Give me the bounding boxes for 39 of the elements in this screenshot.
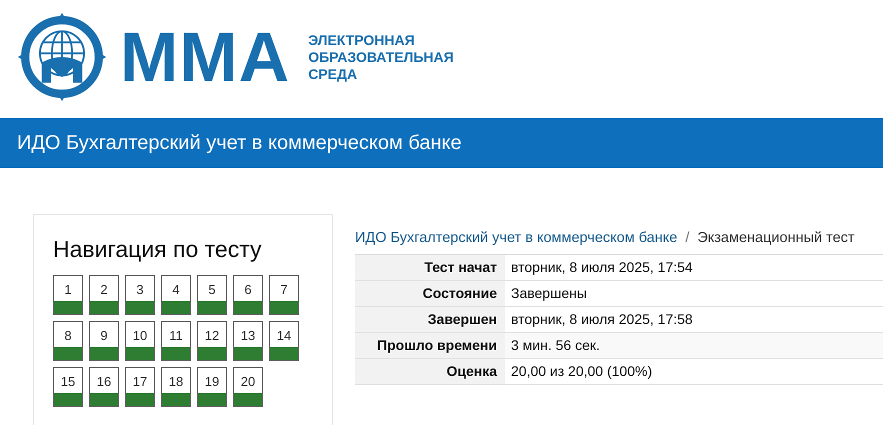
breadcrumb-separator: / [685,230,690,248]
question-button[interactable]: 5 [197,275,227,315]
question-button[interactable]: 13 [233,321,263,361]
logo-subtitle: ЭЛЕКТРОННАЯ [308,32,416,48]
breadcrumb-link[interactable]: ИДО Бухгалтерский учет в коммерческом банке [355,230,678,254]
summary-value: 3 мин. 56 сек. [505,332,883,358]
question-button[interactable]: 10 [125,321,155,361]
question-button[interactable]: 3 [125,275,155,315]
brand-name: ММА [120,22,290,92]
question-button[interactable]: 6 [233,275,263,315]
summary-value: Завершены [505,280,883,306]
logo-emblem-icon [16,11,108,103]
summary-value: 20,00 из 20,00 (100%) [505,358,883,384]
summary-label: Завершен [355,306,505,332]
summary-label: Прошло времени [355,332,505,358]
question-button[interactable]: 17 [125,367,155,407]
question-button[interactable]: 7 [269,275,299,315]
question-button[interactable]: 4 [161,275,191,315]
question-button[interactable]: 16 [89,367,119,407]
question-button[interactable]: 15 [53,367,83,407]
question-button[interactable]: 2 [89,275,119,315]
summary-label: Оценка [355,358,505,384]
summary-value: вторник, 8 июля 2025, 17:54 [505,254,883,280]
summary-label: Состояние [355,280,505,306]
question-button[interactable]: 19 [197,367,227,407]
logo-subtitle: ОБРАЗОВАТЕЛЬНАЯ [308,48,454,66]
panel-title: Навигация по тесту [53,236,263,263]
question-button[interactable]: 1 [53,275,83,315]
course-title-bar: ИДО Бухгалтерский учет в коммерческом банке [0,118,883,168]
question-button[interactable]: 8 [53,321,83,361]
logo-subtitle: СРЕДА [308,66,358,82]
summary-label: Тест начат [355,254,505,280]
question-button[interactable]: 14 [269,321,299,361]
question-button[interactable]: 18 [161,367,191,407]
question-button[interactable]: 20 [233,367,263,407]
question-button[interactable]: 12 [197,321,227,361]
question-button[interactable]: 9 [89,321,119,361]
question-button[interactable]: 11 [161,321,191,361]
breadcrumb-current: Экзаменационный тест [697,230,855,248]
